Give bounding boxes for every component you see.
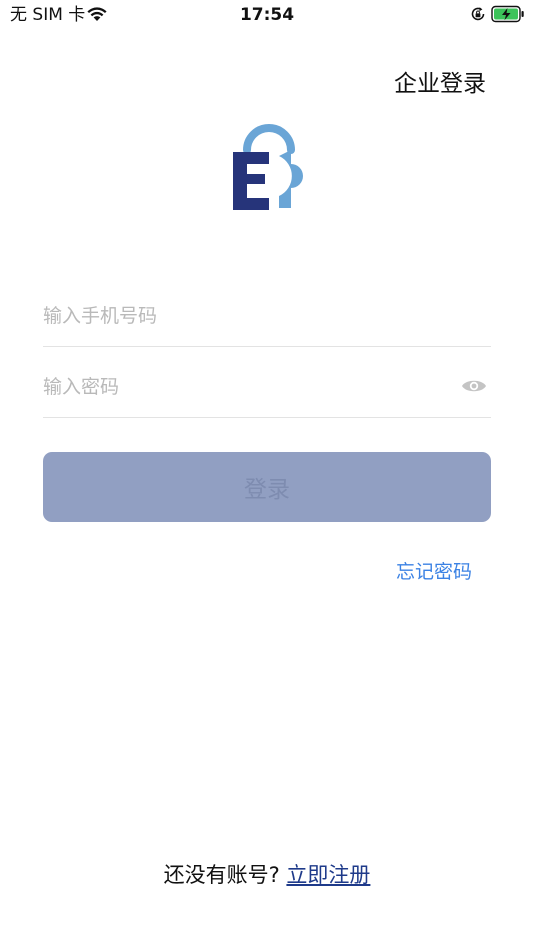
status-bar: 无 SIM 卡 17:54 [0, 0, 534, 30]
register-prompt-text: 还没有账号? [163, 863, 280, 887]
status-time: 17:54 [239, 5, 295, 25]
rotation-lock-icon [471, 7, 485, 21]
phone-field-container [43, 288, 491, 347]
register-link[interactable]: 立即注册 [286, 863, 370, 887]
phone-input[interactable] [43, 288, 443, 344]
forgot-password-link[interactable]: 忘记密码 [396, 558, 472, 586]
register-prompt: 还没有账号? 立即注册 [0, 860, 534, 890]
password-input[interactable] [43, 359, 443, 415]
login-screen: 无 SIM 卡 17:54 企业登录 输入手机号码 登录 忘记密码 还没有账号?… [0, 0, 534, 950]
battery-charging-icon [491, 5, 524, 23]
enterprise-login-link[interactable]: 企业登录 [394, 68, 486, 100]
app-logo [233, 124, 303, 210]
password-field-container [43, 359, 491, 418]
eye-icon[interactable] [461, 377, 487, 395]
login-button[interactable]: 登录 [43, 452, 491, 522]
